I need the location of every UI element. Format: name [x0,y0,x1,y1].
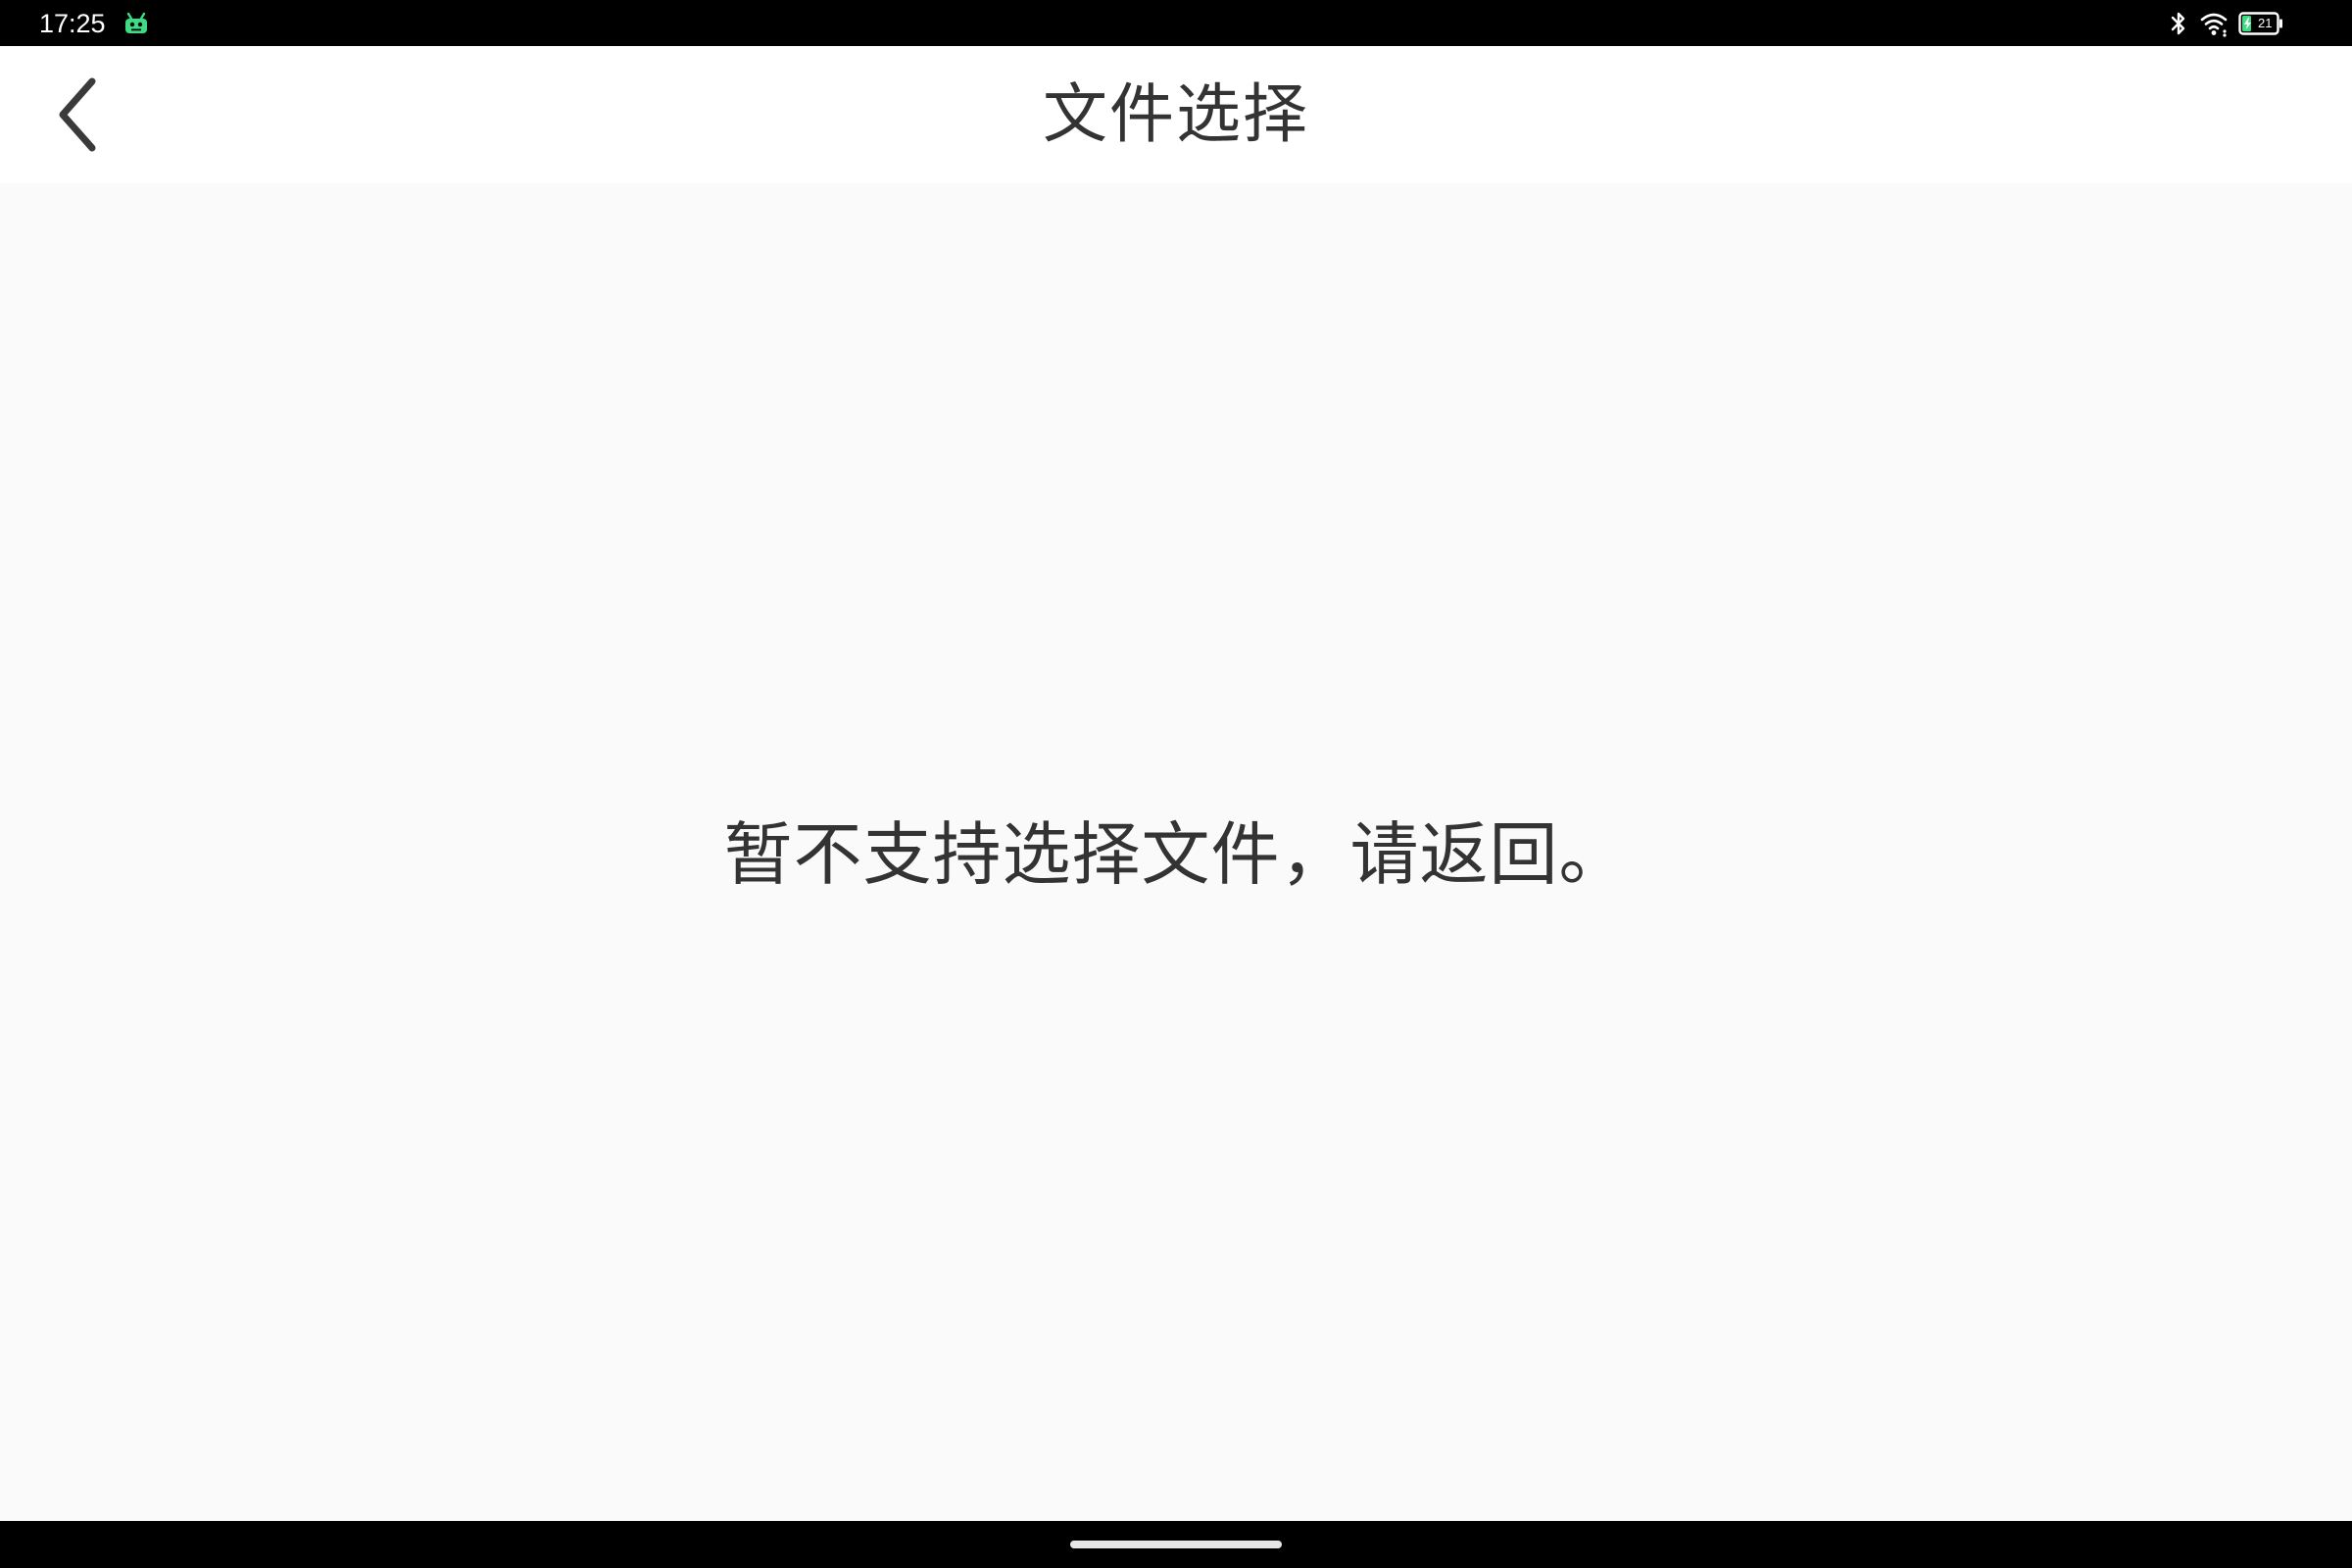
navigation-bar [0,1521,2352,1568]
page-title: 文件选择 [1043,76,1309,152]
screen: 17:25 21 文件选择 暂不支持选择文件，请返回。 [0,0,2352,1568]
battery-level: 21 [2258,16,2273,30]
bluetooth-icon [2171,12,2185,35]
status-bar: 17:25 21 [0,0,2352,46]
battery-indicator: 21 [2238,12,2283,35]
status-icons: 21 [2168,8,2283,39]
home-indicator[interactable] [1070,1541,1282,1548]
app-bar: 文件选择 [0,46,2352,183]
wifi-icon [2200,13,2228,37]
empty-state-message: 暂不支持选择文件，请返回。 [723,814,1629,895]
content-area: 暂不支持选择文件，请返回。 [0,183,2352,1521]
android-icon [125,12,147,33]
status-time: 17:25 [39,9,106,38]
